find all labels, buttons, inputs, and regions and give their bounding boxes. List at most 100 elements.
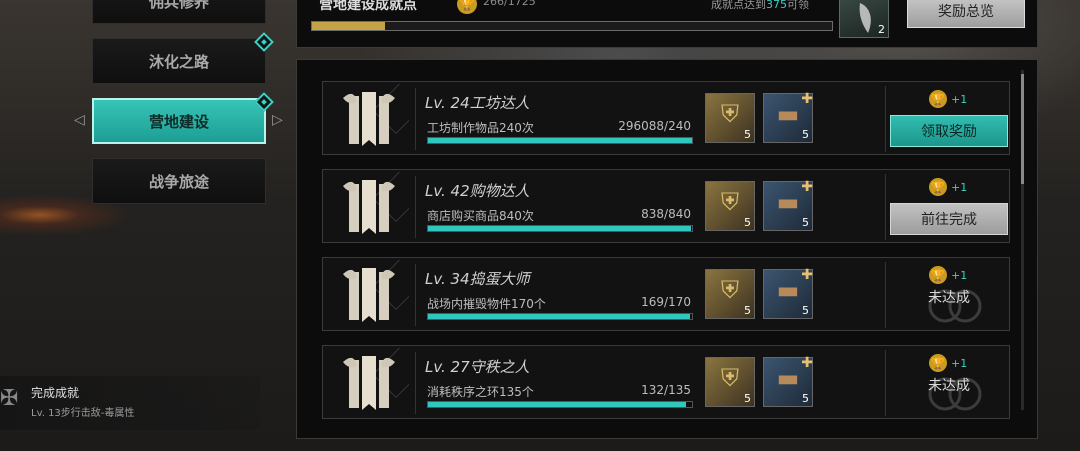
achievement-icon: ✠ — [0, 386, 19, 411]
reward-item-chest[interactable]: ▬ ✚ 5 — [763, 355, 813, 407]
tab-label: 战争旅途 — [148, 172, 209, 191]
trophy-icon: 🏆 — [929, 178, 947, 196]
recent-achievement-subtitle: Lv. 13步行击敌-毒属性 — [31, 408, 135, 419]
trophy-icon: 🏆 — [457, 0, 477, 14]
trophy-icon: 🏆 — [929, 90, 947, 108]
progress-fill — [428, 314, 691, 319]
achievement-desc: 工坊制作物品240次 — [427, 121, 534, 135]
achievement-progress-bar — [427, 313, 693, 320]
achievement-progress-bar — [427, 137, 693, 144]
reward-item[interactable]: 2 — [839, 0, 889, 38]
reward-points: 🏆 +1 — [929, 178, 967, 196]
go-complete-button[interactable]: 前往完成 — [890, 203, 1008, 235]
achievement-progress-text: 132/135 — [641, 383, 691, 397]
hint-prefix: 成就点达到 — [711, 0, 766, 11]
tab-road[interactable]: 沐化之路 — [92, 38, 266, 84]
reward-item-chest[interactable]: ▬ ✚ 5 — [763, 267, 813, 319]
chevron-right-icon: ▷ — [272, 112, 283, 128]
achievement-progress-bar — [427, 401, 693, 408]
divider — [885, 262, 886, 328]
header-title: 营地建设成就点 — [319, 0, 417, 13]
plus-icon: ✚ — [801, 267, 813, 283]
points-count: 266/1725 — [483, 0, 536, 8]
achievement-row: Lv. 24工坊达人 工坊制作物品240次 296088/240 ⛨ 5 ▬ ✚… — [322, 81, 1010, 155]
reward-overview-button[interactable]: 奖励总览 — [907, 0, 1025, 28]
reward-points-value: +1 — [951, 92, 968, 106]
divider — [885, 174, 886, 240]
axe-banner-icon — [343, 84, 409, 146]
achievement-points-header: 营地建设成就点 🏆 266/1725 成就点达到375可领 2 奖励总览 — [296, 0, 1038, 48]
achievement-progress-text: 838/840 — [641, 207, 691, 221]
item-count: 2 — [878, 23, 885, 36]
achievement-desc: 消耗秩序之环135个 — [427, 385, 534, 399]
item-count: 5 — [744, 128, 751, 141]
achievement-row: Lv. 42购物达人 商店购买商品840次 838/840 ⛨ 5 ▬ ✚ 5 … — [322, 169, 1010, 243]
item-count: 5 — [802, 216, 809, 229]
reward-item-gold[interactable]: ⛨ 5 — [705, 181, 755, 231]
tab-camp-building[interactable]: 营地建设 — [92, 98, 266, 144]
chevron-left-icon: ◁ — [74, 112, 85, 128]
reward-points: 🏆 +1 — [929, 266, 967, 284]
achievement-row: Lv. 27守秩之人 消耗秩序之环135个 132/135 ⛨ 5 ▬ ✚ 5 … — [322, 345, 1010, 419]
hint-value: 375 — [766, 0, 787, 11]
divider — [415, 264, 416, 326]
divider — [885, 86, 886, 152]
recent-achievement-title: 完成成就 — [31, 386, 80, 400]
hint-suffix: 可领 — [787, 0, 809, 11]
axe-banner-icon — [343, 260, 409, 322]
reward-item-chest[interactable]: ▬ ✚ 5 — [763, 179, 813, 231]
achievement-title: Lv. 34捣蛋大师 — [425, 270, 530, 288]
achievement-title: Lv. 24工坊达人 — [425, 94, 530, 112]
reward-item-chest[interactable]: ▬ ✚ 5 — [763, 91, 813, 143]
next-reward-hint: 成就点达到375可领 — [711, 0, 809, 12]
scrollbar-thumb[interactable] — [1021, 74, 1024, 184]
reward-points: 🏆 +1 — [929, 354, 967, 372]
plus-icon: ✚ — [801, 91, 813, 107]
item-count: 5 — [802, 392, 809, 405]
tab-label: 佣兵修养 — [148, 0, 209, 11]
trophy-icon: 🏆 — [929, 266, 947, 284]
item-count: 5 — [744, 392, 751, 405]
reward-item-gold[interactable]: ⛨ 5 — [705, 357, 755, 407]
achievement-title: Lv. 42购物达人 — [425, 182, 530, 200]
claim-reward-button[interactable]: 领取奖励 — [890, 115, 1008, 147]
reward-item-gold[interactable]: ⛨ 5 — [705, 269, 755, 319]
plus-icon: ✚ — [801, 179, 813, 195]
trophy-icon: 🏆 — [929, 354, 947, 372]
achievement-progress-text: 169/170 — [641, 295, 691, 309]
achievement-desc: 战场内摧毁物件170个 — [427, 297, 546, 311]
progress-fill — [428, 138, 692, 143]
reward-points: 🏆 +1 — [929, 90, 967, 108]
progress-fill — [428, 402, 687, 407]
tab-mercenary[interactable]: 佣兵修养 — [92, 0, 266, 24]
item-count: 5 — [744, 304, 751, 317]
armor-icon: ⛨ — [721, 364, 739, 392]
achievement-title: Lv. 27守秩之人 — [425, 358, 530, 376]
axe-banner-icon — [343, 172, 409, 234]
armor-icon: ⛨ — [721, 276, 739, 304]
item-count: 5 — [744, 216, 751, 229]
achievement-desc: 商店购买商品840次 — [427, 209, 534, 223]
divider — [415, 88, 416, 150]
item-count: 5 — [802, 304, 809, 317]
tab-label: 沐化之路 — [148, 52, 209, 71]
divider — [415, 352, 416, 414]
reward-points-value: +1 — [951, 268, 968, 282]
armor-icon: ⛨ — [721, 188, 739, 216]
tab-war-journey[interactable]: 战争旅途 — [92, 158, 266, 204]
divider — [885, 350, 886, 416]
achievement-row: Lv. 34捣蛋大师 战场内摧毁物件170个 169/170 ⛨ 5 ▬ ✚ 5… — [322, 257, 1010, 331]
recent-achievement: ✠ 完成成就 Lv. 13步行击敌-毒属性 — [0, 376, 260, 430]
axe-banner-icon — [343, 348, 409, 410]
tab-label: 营地建设 — [148, 112, 209, 131]
divider — [415, 176, 416, 238]
points-progress-fill — [312, 22, 385, 30]
reward-item-gold[interactable]: ⛨ 5 — [705, 93, 755, 143]
achievement-progress-bar — [427, 225, 693, 232]
reward-points-value: +1 — [951, 180, 968, 194]
reward-points-value: +1 — [951, 356, 968, 370]
points-progress-bar — [311, 21, 833, 31]
plus-icon: ✚ — [801, 355, 813, 371]
progress-fill — [428, 226, 692, 231]
armor-icon: ⛨ — [721, 100, 739, 128]
